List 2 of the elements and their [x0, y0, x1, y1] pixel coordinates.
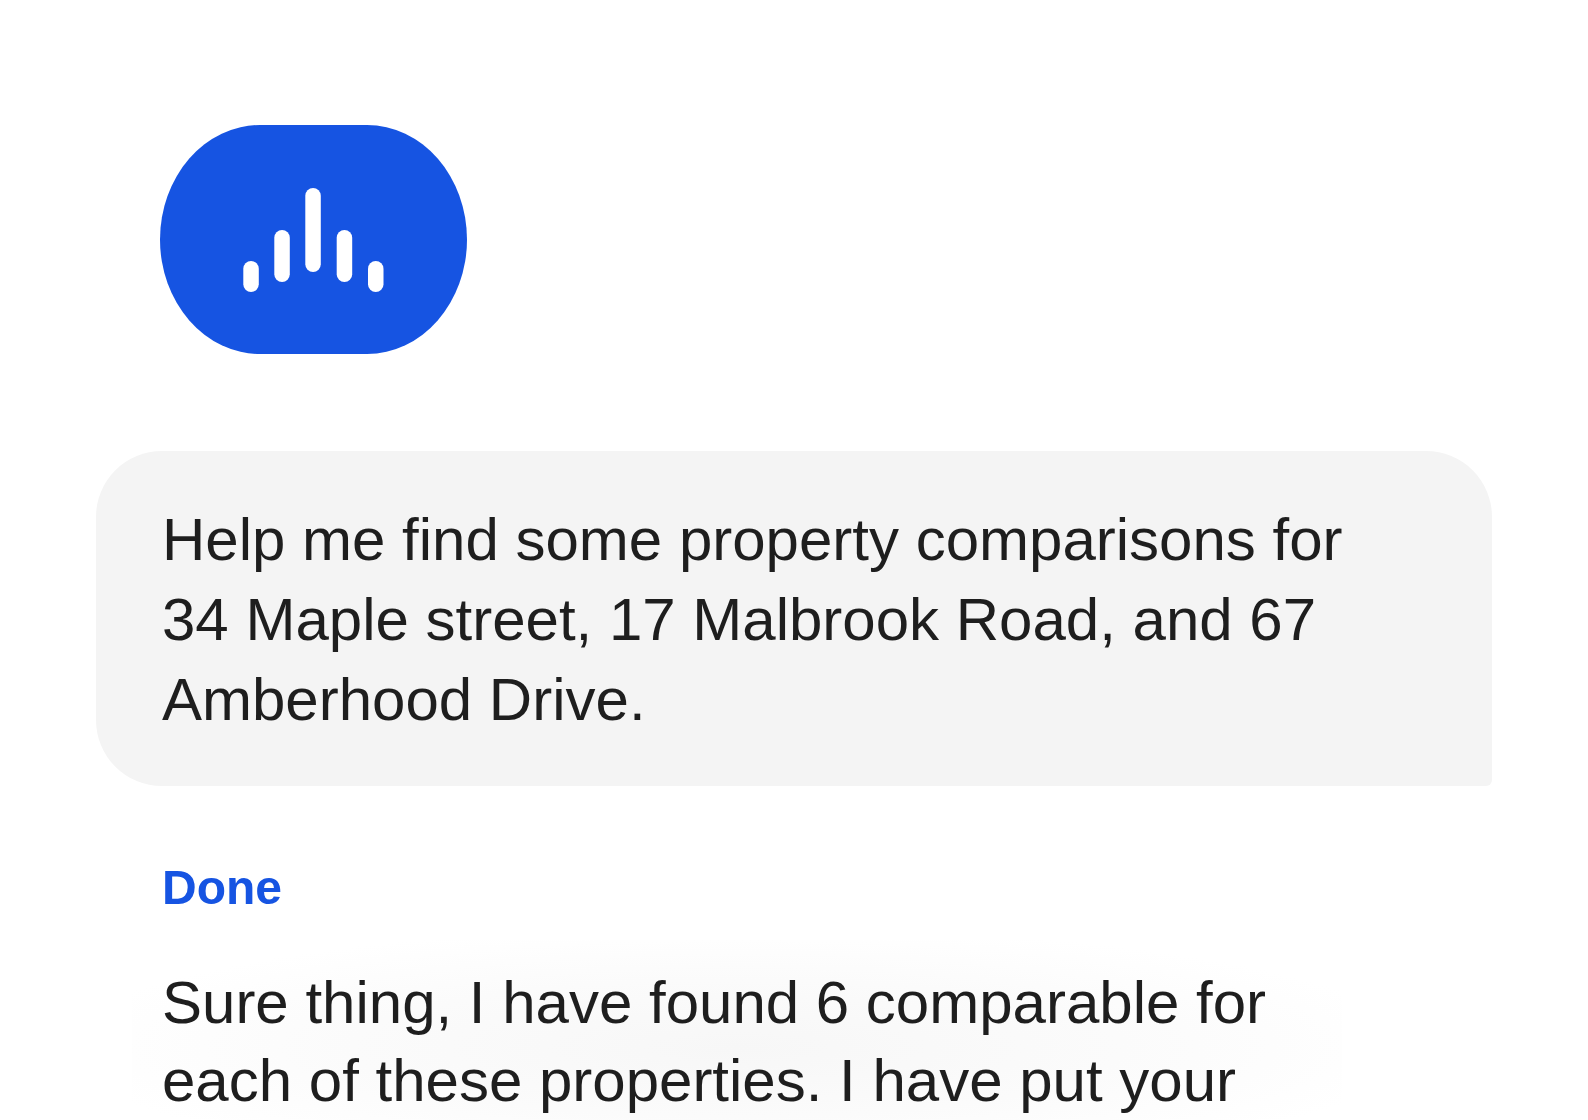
status-label: Done [162, 860, 282, 916]
user-message-bubble: Help me find some property comparisons for 34 Maple street, 17 Malbrook Road, and 67 Amberhood Drive. [96, 451, 1492, 786]
